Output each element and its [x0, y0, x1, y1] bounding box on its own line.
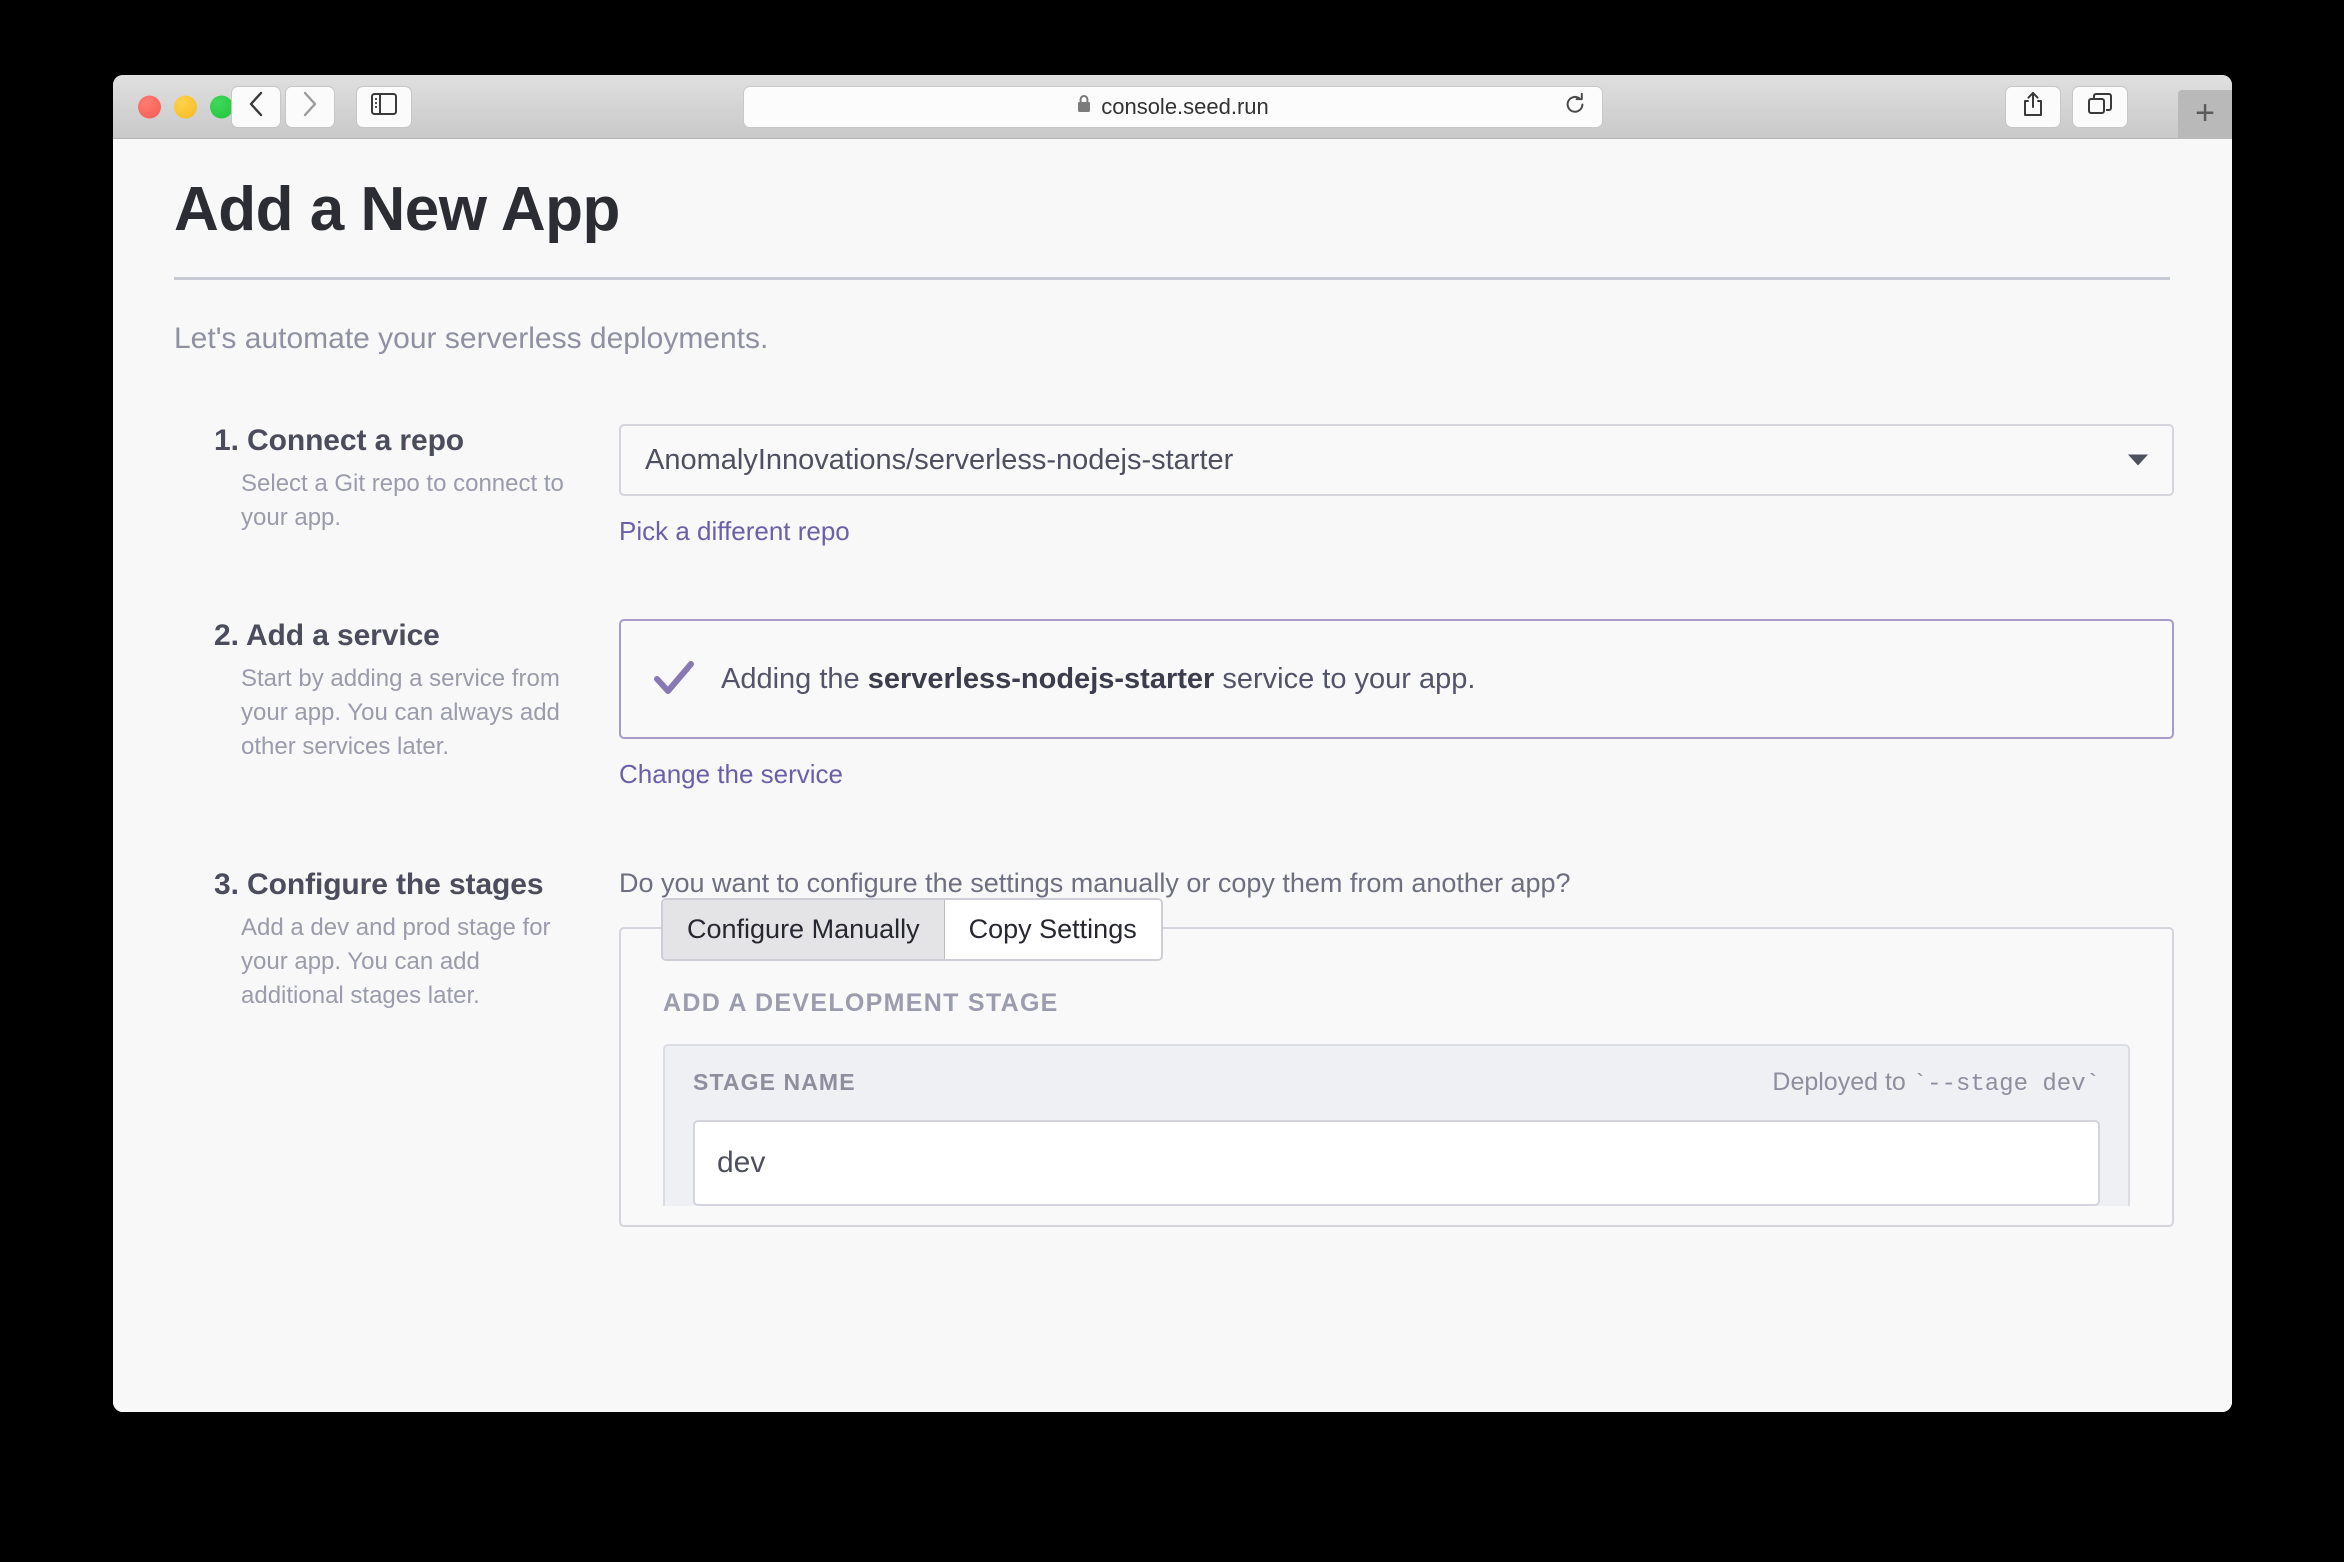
stage-section-title: ADD A DEVELOPMENT STAGE: [663, 989, 1059, 1017]
address-bar-content: console.seed.run: [1076, 94, 1269, 120]
tabs-icon: [2087, 92, 2113, 121]
tab-configure-manually[interactable]: Configure Manually: [663, 900, 945, 959]
stages-panel: Configure Manually Copy Settings ADD A D…: [619, 898, 2174, 1227]
back-button[interactable]: [231, 85, 281, 128]
service-confirmation-panel: Adding the serverless-nodejs-starter ser…: [619, 619, 2174, 739]
address-bar[interactable]: console.seed.run: [742, 85, 1603, 128]
service-text-suffix: service to your app.: [1214, 662, 1476, 695]
pick-different-repo-link[interactable]: Pick a different repo: [619, 516, 850, 547]
step-2-title: 2. Add a service: [214, 619, 440, 652]
repo-select[interactable]: AnomalyInnovations/serverless-nodejs-sta…: [619, 424, 2174, 496]
maximize-window-button[interactable]: [210, 95, 233, 118]
sidebar-icon: [371, 93, 397, 120]
stage-card-header: STAGE NAME Deployed to `--stage dev`: [693, 1068, 2100, 1098]
chevron-left-icon: [248, 91, 264, 122]
page-title: Add a New App: [174, 175, 620, 244]
development-stage-card: STAGE NAME Deployed to `--stage dev` dev: [663, 1044, 2130, 1206]
lock-icon: [1076, 94, 1092, 119]
step-1-description: Select a Git repo to connect to your app…: [241, 470, 564, 532]
step-1-field: AnomalyInnovations/serverless-nodejs-sta…: [619, 424, 2174, 547]
step-2-label: 2. Add a service Start by adding a servi…: [174, 619, 619, 790]
new-tab-button[interactable]: +: [2178, 90, 2232, 139]
step-2-field: Adding the serverless-nodejs-starter ser…: [619, 619, 2174, 790]
service-text-prefix: Adding the: [721, 662, 868, 695]
share-icon: [2022, 91, 2044, 122]
checkmark-icon: [653, 660, 695, 698]
step-3-title: 3. Configure the stages: [214, 868, 544, 901]
show-tabs-button[interactable]: [2072, 85, 2128, 128]
step-3-label: 3. Configure the stages Add a dev and pr…: [174, 868, 619, 1227]
step-1-title: 1. Connect a repo: [214, 424, 465, 457]
browser-toolbar: console.seed.run +: [113, 75, 2232, 139]
page-content: Add a New App Let's automate your server…: [113, 139, 2232, 1412]
step-3-field: Do you want to configure the settings ma…: [619, 868, 2174, 1227]
close-window-button[interactable]: [138, 95, 161, 118]
service-confirmation-text: Adding the serverless-nodejs-starter ser…: [721, 663, 1475, 696]
page-subtitle: Let's automate your serverless deploymen…: [174, 322, 769, 355]
repo-select-value: AnomalyInnovations/serverless-nodejs-sta…: [645, 443, 1234, 476]
tab-copy-settings[interactable]: Copy Settings: [944, 900, 1161, 959]
share-button[interactable]: [2005, 85, 2061, 128]
stage-name-input[interactable]: dev: [693, 1120, 2100, 1206]
step-3-description: Add a dev and prod stage for your app. Y…: [241, 914, 551, 1010]
sidebar-toggle-button[interactable]: [356, 85, 412, 128]
reload-button[interactable]: [1564, 92, 1586, 121]
url-text: console.seed.run: [1101, 93, 1269, 119]
browser-window: console.seed.run + Add a New App Let's a…: [113, 75, 2232, 1412]
stage-name-label: STAGE NAME: [693, 1069, 856, 1095]
step-connect-repo: 1. Connect a repo Select a Git repo to c…: [174, 424, 2174, 547]
chevron-right-icon: [302, 91, 318, 122]
deployed-to-code: `--stage dev`: [1912, 1071, 2100, 1098]
chevron-down-icon: [2128, 454, 2148, 466]
stages-question-text: Do you want to configure the settings ma…: [619, 868, 1571, 898]
step-1-label: 1. Connect a repo Select a Git repo to c…: [174, 424, 619, 547]
step-configure-stages: 3. Configure the stages Add a dev and pr…: [174, 868, 2174, 1227]
title-divider: [174, 277, 2170, 280]
step-add-service: 2. Add a service Start by adding a servi…: [174, 619, 2174, 790]
forward-button[interactable]: [285, 85, 335, 128]
minimize-window-button[interactable]: [174, 95, 197, 118]
stage-config-tabs: Configure Manually Copy Settings: [661, 898, 1163, 961]
service-name: serverless-nodejs-starter: [867, 662, 1215, 695]
change-service-link[interactable]: Change the service: [619, 759, 843, 790]
deployed-to-text: Deployed to `--stage dev`: [1772, 1068, 2100, 1098]
plus-icon: +: [2195, 94, 2215, 132]
deployed-to-prefix: Deployed to: [1772, 1068, 1913, 1096]
step-2-description: Start by adding a service from your app.…: [241, 665, 560, 761]
window-controls: [138, 95, 233, 118]
